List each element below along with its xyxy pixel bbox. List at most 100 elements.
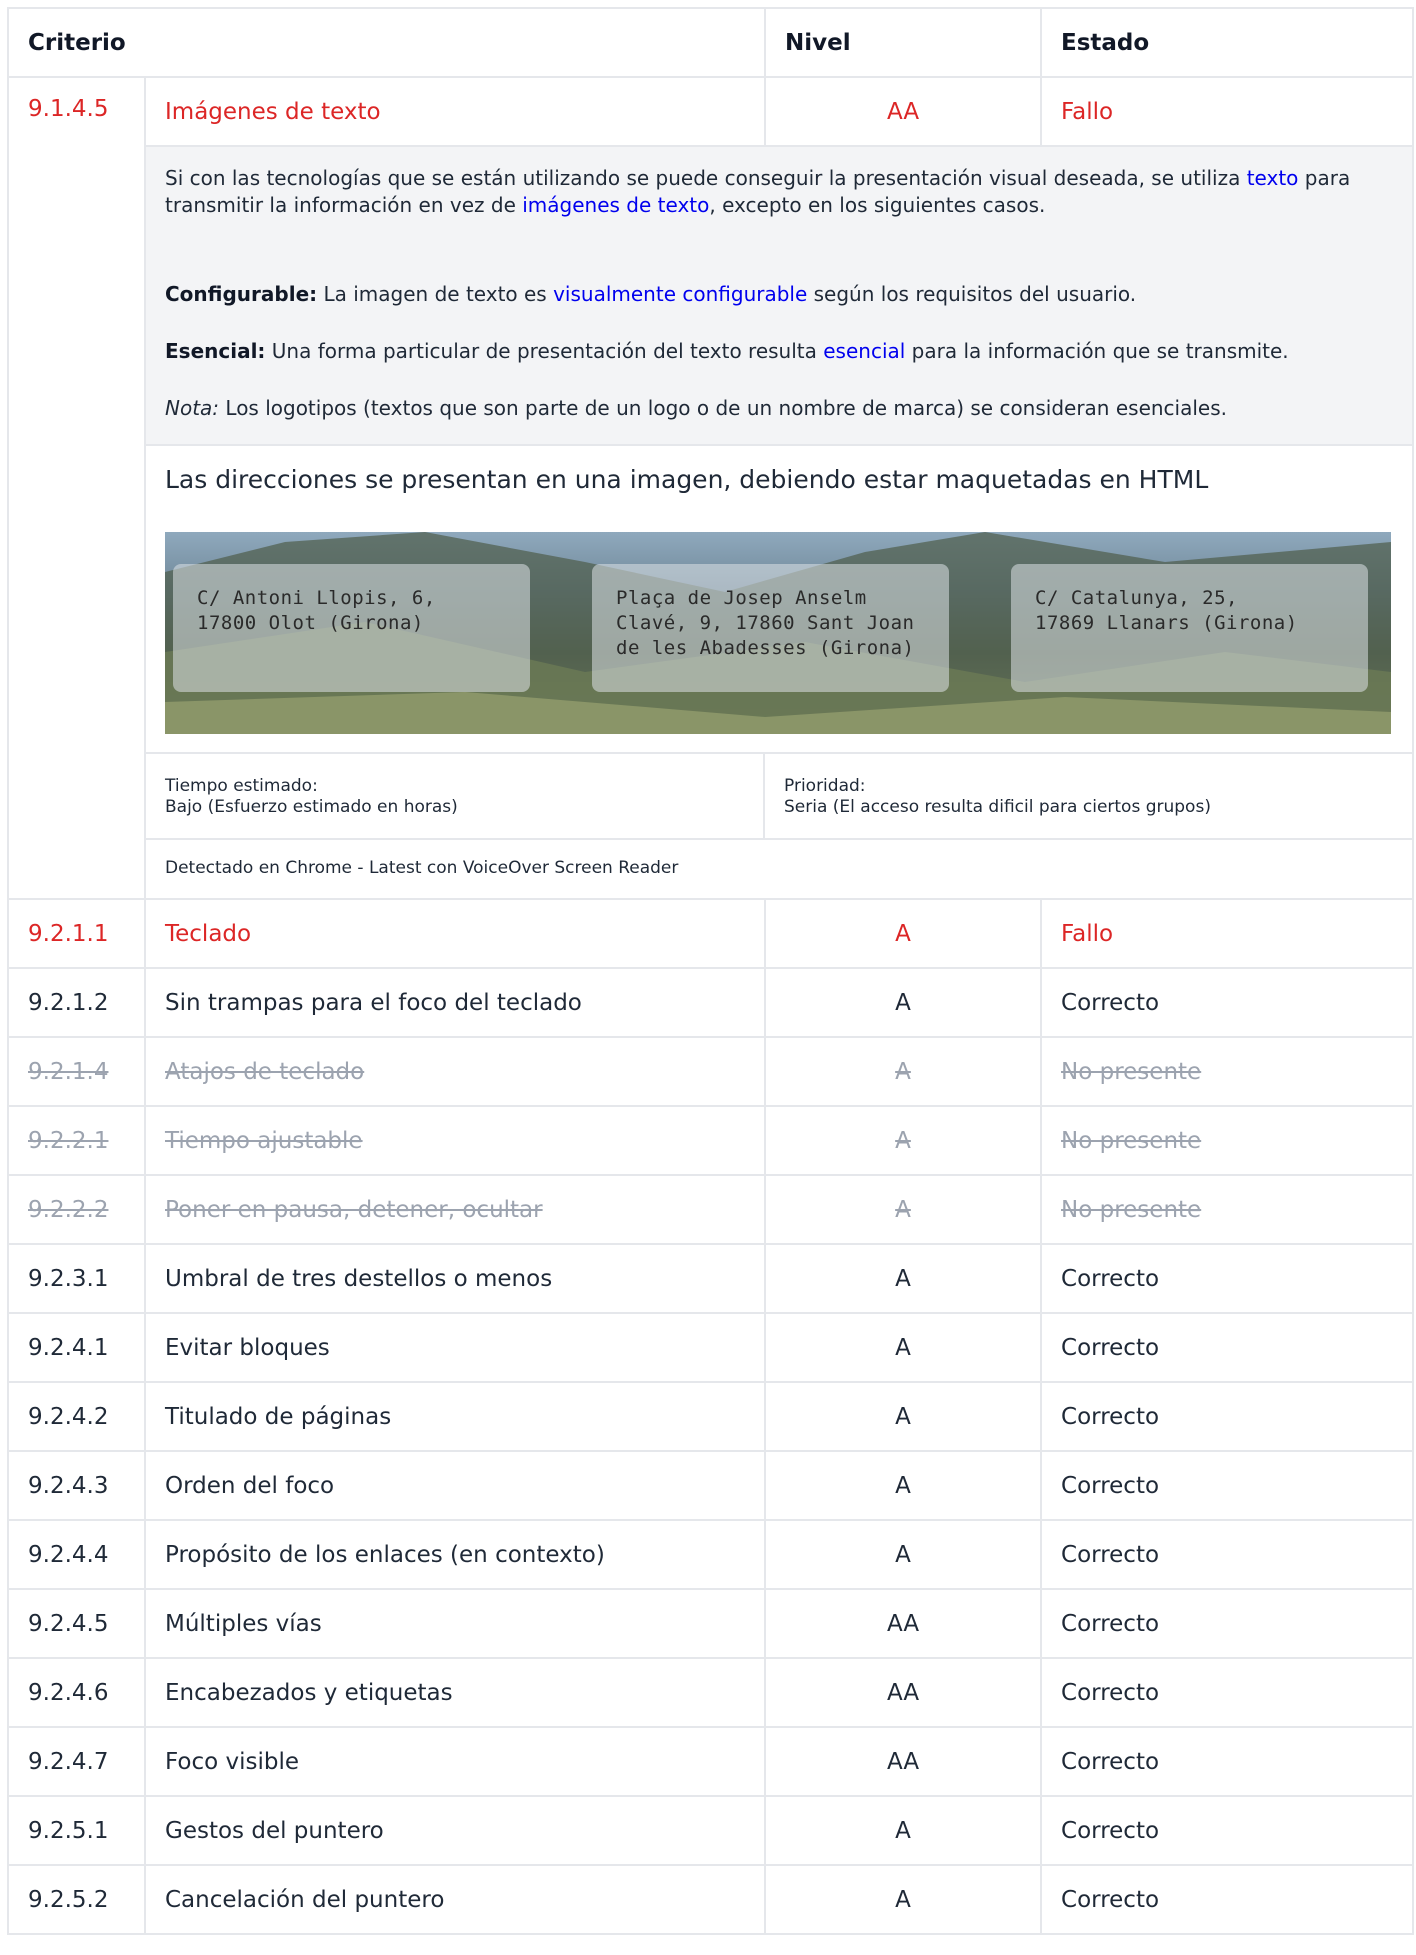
table-row[interactable]: 9.2.1.2 Sin trampas para el foco del tecl… [7, 967, 1415, 1038]
criterion-status-text: No presente [1061, 1058, 1202, 1085]
criterion-level: A [764, 898, 1043, 969]
criterion-name-text[interactable]: Gestos del puntero [165, 1818, 384, 1844]
description-paragraph: Si con las tecnologías que se están util… [165, 166, 1351, 217]
criterion-id-text: 9.2.1.2 [28, 989, 109, 1016]
table-row[interactable]: 9.2.4.5 Múltiples vías AA Correcto [7, 1588, 1415, 1659]
criterion-status-text: Fallo [1061, 920, 1114, 947]
issue-meta: Tiempo estimado: Bajo (Esfuerzo estimado… [146, 754, 1413, 840]
link-esencial[interactable]: esencial [823, 339, 905, 363]
criterion-id-text: 9.2.4.2 [28, 1403, 109, 1430]
criterion-name: Evitar bloques [143, 1312, 767, 1383]
criterion-id: 9.2.4.5 [7, 1588, 146, 1659]
criterion-name-text[interactable]: Orden del foco [165, 1473, 334, 1499]
criterion-name-text[interactable]: Poner en pausa, detener, ocultar [165, 1197, 543, 1223]
table-row[interactable]: 9.2.4.6 Encabezados y etiquetas AA Correcto [7, 1657, 1415, 1728]
criterion-status-text: Correcto [1061, 1886, 1160, 1913]
criterion-status: No presente [1040, 1174, 1415, 1245]
criterion-id-text: 9.2.5.1 [28, 1817, 109, 1844]
criterion-status: Correcto [1040, 1864, 1415, 1935]
criterion-level-text: A [895, 920, 911, 947]
criterion-id: 9.2.4.4 [7, 1519, 146, 1590]
criterion-status-text: Correcto [1061, 1334, 1160, 1361]
note: Nota: Los logotipos (textos que son part… [165, 396, 1227, 420]
criterion-id: 9.1.4.5 [7, 76, 146, 900]
criterion-level-text: A [895, 1886, 911, 1913]
table-row[interactable]: 9.2.5.1 Gestos del puntero A Correcto [7, 1795, 1415, 1866]
criteria-table: Criterio Nivel Estado 9.1.4.5 Imágenes d… [6, 7, 1415, 1935]
link-imagenes-de-texto[interactable]: imágenes de texto [522, 193, 709, 217]
table-row[interactable]: 9.2.2.2 Poner en pausa, detener, ocultar A… [7, 1174, 1415, 1245]
criterion-id: 9.2.3.1 [7, 1243, 146, 1314]
criterion-name-text[interactable]: Atajos de teclado [165, 1059, 364, 1085]
criterion-name-text[interactable]: Evitar bloques [165, 1335, 330, 1361]
criterion-id-text: 9.2.1.4 [28, 1058, 109, 1085]
criterion-level: A [764, 1243, 1043, 1314]
address-image: C/ Antoni Llopis, 6, 17800 Olot (Girona)… [165, 532, 1391, 734]
criterion-status: Correcto [1040, 1381, 1415, 1452]
address-box-3: C/ Catalunya, 25, 17869 Llanars (Girona) [1011, 564, 1368, 692]
table-row-expanded[interactable]: 9.1.4.5 Imágenes de texto AA Fallo [7, 76, 1415, 900]
criterion-status: Correcto [1040, 967, 1415, 1038]
criterion-id-text: 9.2.5.2 [28, 1886, 109, 1913]
table-row[interactable]: 9.2.1.4 Atajos de teclado A No presente [7, 1036, 1415, 1107]
criterion-id-text: 9.2.2.1 [28, 1127, 109, 1154]
header-estado: Estado [1040, 7, 1415, 78]
link-texto[interactable]: texto [1247, 166, 1299, 190]
exception-esencial: Esencial: Una forma particular de presen… [165, 339, 1289, 363]
criterion-name-text[interactable]: Encabezados y etiquetas [165, 1680, 453, 1706]
criterion-level-text: A [895, 1127, 911, 1154]
table-row[interactable]: 9.2.4.1 Evitar bloques A Correcto [7, 1312, 1415, 1383]
criterion-id-text: 9.2.4.7 [28, 1748, 109, 1775]
criterion-name: Orden del foco [143, 1450, 767, 1521]
table-row[interactable]: 9.2.1.1 Teclado A Fallo [7, 898, 1415, 969]
criterion-name-text[interactable]: Cancelación del puntero [165, 1887, 444, 1913]
criterion-id: 9.2.1.2 [7, 967, 146, 1038]
criterion-id: 9.2.4.6 [7, 1657, 146, 1728]
table-row[interactable]: 9.2.4.3 Orden del foco A Correcto [7, 1450, 1415, 1521]
criterion-level-text: AA [886, 1679, 920, 1706]
criterion-status: No presente [1040, 1036, 1415, 1107]
criterion-level-text: A [895, 1058, 911, 1085]
criterion-status: Fallo [1040, 898, 1415, 969]
issue-title: Las direcciones se presentan en una imag… [165, 465, 1209, 494]
criterion-status-text: Correcto [1061, 1679, 1160, 1706]
table-row[interactable]: 9.2.3.1 Umbral de tres destellos o menos A… [7, 1243, 1415, 1314]
criterion-name: Umbral de tres destellos o menos [143, 1243, 767, 1314]
criterion-name-text[interactable]: Propósito de los enlaces (en contexto) [165, 1542, 605, 1568]
criterion-id-text: 9.2.4.1 [28, 1334, 109, 1361]
criterion-id-text: 9.2.4.5 [28, 1610, 109, 1637]
detected-in: Detectado en Chrome - Latest con VoiceOv… [165, 858, 679, 878]
table-row[interactable]: 9.2.4.2 Titulado de páginas A Correcto [7, 1381, 1415, 1452]
table-row[interactable]: 9.2.4.7 Foco visible AA Correcto [7, 1726, 1415, 1797]
criterion-name: Cancelación del puntero [143, 1864, 767, 1935]
criterion-name[interactable]: Imágenes de texto [143, 76, 767, 147]
criterion-level: A [764, 1450, 1043, 1521]
criterion-level-text: A [895, 1472, 911, 1499]
estimated-time: Tiempo estimado: Bajo (Esfuerzo estimado… [146, 754, 765, 838]
criterion-name-text[interactable]: Foco visible [165, 1749, 299, 1775]
criterion-level: A [764, 1312, 1043, 1383]
criterion-status-text: Correcto [1061, 1472, 1160, 1499]
criterion-status-text: Correcto [1061, 1817, 1160, 1844]
table-row[interactable]: 9.2.4.4 Propósito de los enlaces (en cont… [7, 1519, 1415, 1590]
table-row[interactable]: 9.2.5.2 Cancelación del puntero A Correcto [7, 1864, 1415, 1935]
criterion-name-text[interactable]: Teclado [165, 921, 251, 947]
criterion-id-text: 9.2.4.6 [28, 1679, 109, 1706]
criterion-name: Atajos de teclado [143, 1036, 767, 1107]
criterion-name-text[interactable]: Umbral de tres destellos o menos [165, 1266, 552, 1292]
criterion-name-text[interactable]: Tiempo ajustable [165, 1128, 363, 1154]
criterion-status: Correcto [1040, 1243, 1415, 1314]
table-row[interactable]: 9.2.2.1 Tiempo ajustable A No presente [7, 1105, 1415, 1176]
criterion-id-text: 9.2.4.3 [28, 1472, 109, 1499]
criterion-id-text: 9.2.4.4 [28, 1541, 109, 1568]
criterion-name-text[interactable]: Titulado de páginas [165, 1404, 391, 1430]
criterion-name-text[interactable]: Sin trampas para el foco del teclado [165, 990, 582, 1016]
table-header-row: Criterio Nivel Estado [6, 7, 1415, 78]
criterion-level-text: A [895, 1265, 911, 1292]
criterion-name-text[interactable]: Múltiples vías [165, 1611, 322, 1637]
criterion-name: Múltiples vías [143, 1588, 767, 1659]
criterion-level: A [764, 1105, 1043, 1176]
link-visualmente-configurable[interactable]: visualmente configurable [553, 282, 807, 306]
criterion-id: 9.2.4.7 [7, 1726, 146, 1797]
criterion-level: AA [764, 1657, 1043, 1728]
